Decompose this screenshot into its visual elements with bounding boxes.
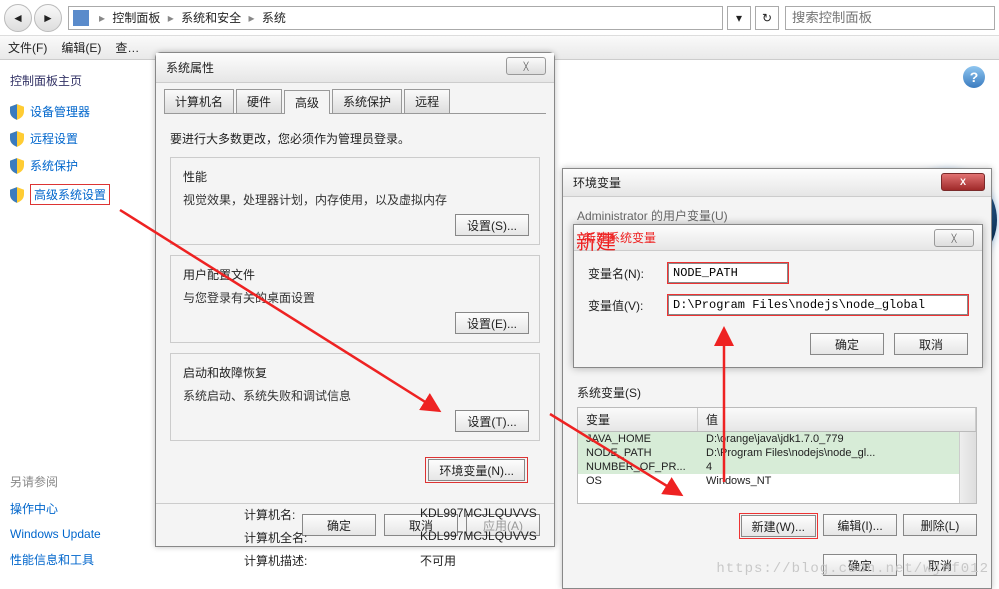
seealso-action-center[interactable]: 操作中心 (10, 500, 150, 517)
close-button[interactable]: X (941, 173, 985, 191)
var-name-label: 变量名(N): (588, 265, 668, 282)
close-button[interactable]: ╳ (934, 229, 974, 247)
watermark: https://blog.csdn.net/wjnf012 (716, 561, 989, 577)
address-dropdown-button[interactable]: ▾ (727, 6, 751, 30)
var-name-input[interactable] (668, 263, 788, 283)
dialog-title: 系统属性 (166, 59, 214, 76)
profile-title: 用户配置文件 (183, 266, 527, 283)
col-value[interactable]: 值 (698, 408, 976, 431)
perf-sub: 视觉效果，处理器计划，内存使用，以及虚拟内存 (183, 191, 527, 208)
tab-protection[interactable]: 系统保护 (332, 89, 402, 113)
sidebar: 控制面板主页 设备管理器 远程设置 系统保护 高级系统设置 另请参阅 操作中心 … (10, 64, 150, 578)
help-icon[interactable]: ? (963, 66, 985, 88)
profile-settings-button[interactable]: 设置(E)... (455, 312, 529, 334)
dialog-title: 环境变量 (573, 174, 621, 191)
breadcrumb-root[interactable]: 控制面板 (112, 11, 160, 25)
tab-remote[interactable]: 远程 (404, 89, 450, 113)
annotation-new: 新建 (576, 226, 616, 255)
boot-sub: 系统启动、系统失败和调试信息 (183, 387, 527, 404)
cancel-button[interactable]: 取消 (894, 333, 968, 355)
user-vars-header: Administrator 的用户变量(U) (577, 207, 977, 224)
perf-settings-button[interactable]: 设置(S)... (455, 214, 529, 236)
seealso-windows-update[interactable]: Windows Update (10, 527, 150, 541)
ok-button[interactable]: 确定 (810, 333, 884, 355)
system-vars-header: 系统变量(S) (577, 384, 977, 401)
sidebar-item-device-manager[interactable]: 设备管理器 (10, 103, 150, 120)
sidebar-item-remote[interactable]: 远程设置 (10, 130, 150, 147)
shield-icon (10, 187, 24, 203)
new-system-variable-dialog: 新建系统变量 ╳ 变量名(N): 变量值(V): 确定 取消 (573, 224, 983, 368)
control-panel-icon (73, 10, 89, 26)
shield-icon (10, 131, 24, 147)
boot-settings-button[interactable]: 设置(T)... (455, 410, 529, 432)
shield-icon (10, 158, 24, 174)
admin-note: 要进行大多数更改，您必须作为管理员登录。 (170, 130, 540, 147)
var-value-label: 变量值(V): (588, 297, 668, 314)
perf-title: 性能 (183, 168, 527, 185)
sidebar-title[interactable]: 控制面板主页 (10, 72, 150, 89)
var-value-input[interactable] (668, 295, 968, 315)
breadcrumb-l1[interactable]: 系统和安全 (181, 11, 241, 25)
new-button[interactable]: 新建(W)... (741, 515, 816, 537)
sidebar-item-advanced[interactable]: 高级系统设置 (10, 184, 150, 205)
edit-button[interactable]: 编辑(I)... (823, 514, 897, 536)
nav-back-button[interactable]: ◄ (4, 4, 32, 32)
menu-edit[interactable]: 编辑(E) (61, 39, 101, 56)
nav-forward-button[interactable]: ► (34, 4, 62, 32)
tabs: 计算机名 硬件 高级 系统保护 远程 (164, 89, 546, 114)
env-var-button[interactable]: 环境变量(N)... (428, 459, 525, 481)
seealso-header: 另请参阅 (10, 473, 150, 490)
address-bar[interactable]: ▸ 控制面板 ▸ 系统和安全 ▸ 系统 (68, 6, 723, 30)
tab-computer-name[interactable]: 计算机名 (164, 89, 234, 113)
tab-hardware[interactable]: 硬件 (236, 89, 282, 113)
system-vars-table[interactable]: JAVA_HOMED:\orange\java\jdk1.7.0_779 NOD… (577, 432, 977, 504)
scrollbar[interactable] (959, 432, 976, 503)
tab-advanced[interactable]: 高级 (284, 90, 330, 114)
seealso-performance[interactable]: 性能信息和工具 (10, 551, 150, 568)
breadcrumb-l2[interactable]: 系统 (262, 11, 286, 25)
search-input[interactable] (785, 6, 995, 30)
col-name[interactable]: 变量 (578, 408, 698, 431)
shield-icon (10, 104, 24, 120)
computer-info: 计算机名:KDL997MCJLQUVVS 计算机全名:KDL997MCJLQUV… (244, 500, 537, 575)
menu-file[interactable]: 文件(F) (8, 39, 47, 56)
window-toolbar: ◄ ► ▸ 控制面板 ▸ 系统和安全 ▸ 系统 ▾ ↻ (0, 0, 999, 36)
close-button[interactable]: ╳ (506, 57, 546, 75)
profile-sub: 与您登录有关的桌面设置 (183, 289, 527, 306)
boot-title: 启动和故障恢复 (183, 364, 527, 381)
delete-button[interactable]: 删除(L) (903, 514, 977, 536)
menu-view[interactable]: 查… (115, 39, 139, 56)
sidebar-item-protection[interactable]: 系统保护 (10, 157, 150, 174)
system-properties-dialog: 系统属性 ╳ 计算机名 硬件 高级 系统保护 远程 要进行大多数更改，您必须作为… (155, 52, 555, 547)
refresh-button[interactable]: ↻ (755, 6, 779, 30)
